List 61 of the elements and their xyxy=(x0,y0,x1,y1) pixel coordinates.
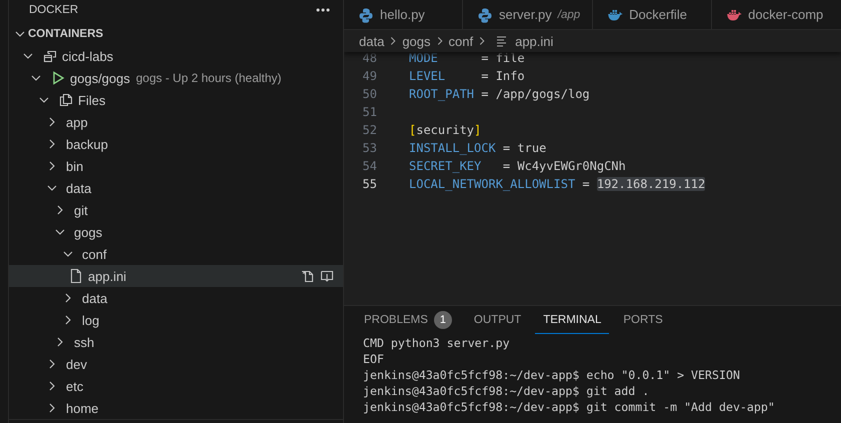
code-line: LOCAL_NETWORK_ALLOWLIST = 192.168.219.112 xyxy=(409,177,706,191)
line-number: 52 xyxy=(362,123,377,137)
terminal-line: CMD python3 server.py xyxy=(363,335,511,351)
file-icon xyxy=(68,268,84,284)
tab-path: /app xyxy=(558,8,580,20)
line-number: 54 xyxy=(362,159,377,173)
editor-tab[interactable]: hello.py xyxy=(344,0,463,30)
line-number: 55 xyxy=(362,177,377,191)
section-header[interactable]: CONTAINERS xyxy=(9,23,343,45)
editor-tab[interactable]: docker-comp xyxy=(712,0,841,30)
line-number: 49 xyxy=(362,69,377,83)
tree-item[interactable]: dev xyxy=(9,353,343,375)
line-number: 53 xyxy=(362,141,377,155)
panel-tab[interactable]: TERMINAL xyxy=(535,311,610,334)
tree-item[interactable]: app xyxy=(9,111,343,133)
breadcrumb-item[interactable]: app.ini xyxy=(515,34,554,48)
tree-item[interactable]: ssh xyxy=(9,331,343,353)
terminal-line: jenkins@43a0fc5fcf98:~/dev-app$ echo "0.0.1" > VERSION xyxy=(363,367,741,383)
terminal-line: jenkins@43a0fc5fcf98:~/dev-app$ git add . xyxy=(363,383,650,399)
breadcrumb-item[interactable]: gogs xyxy=(402,34,431,48)
tree-item[interactable]: log xyxy=(9,309,343,331)
terminal-line: EOF xyxy=(363,351,385,367)
breadcrumb-item[interactable]: conf xyxy=(448,34,474,48)
line-number: 48 xyxy=(362,52,377,65)
python-icon xyxy=(477,6,493,22)
count-badge: 1 xyxy=(434,311,452,329)
tree-item[interactable]: backup xyxy=(9,133,343,155)
tree-item[interactable]: app.ini xyxy=(9,265,343,287)
tree-item[interactable]: etc xyxy=(9,375,343,397)
copy-files-icon xyxy=(58,92,74,108)
container-status: gogs - Up 2 hours (healthy) xyxy=(136,71,282,85)
tree-item[interactable]: git xyxy=(9,199,343,221)
code-line: [security] xyxy=(409,123,482,137)
code-line: MODE = file xyxy=(409,52,525,65)
python-icon xyxy=(358,6,374,22)
open-file-icon[interactable] xyxy=(299,268,315,284)
code-line: LEVEL = Info xyxy=(409,69,525,83)
tree-item[interactable]: bin xyxy=(9,155,343,177)
breadcrumb-item[interactable]: data xyxy=(359,34,384,48)
editor-tab[interactable]: server.py /app xyxy=(463,0,594,30)
code-line: ROOT_PATH = /app/gogs/log xyxy=(409,87,590,101)
panel-tab[interactable]: PROBLEMS 1 xyxy=(356,311,460,334)
panel-tab[interactable]: OUTPUT xyxy=(466,311,530,334)
line-number: 51 xyxy=(362,105,377,119)
tree-item[interactable]: cicd-labs xyxy=(9,45,343,67)
editor-tab[interactable]: Dockerfile xyxy=(593,0,712,30)
view-title: DOCKER xyxy=(29,4,78,16)
tree-item[interactable]: gogs/gogs gogs - Up 2 hours (healthy) xyxy=(9,67,343,89)
tree-item[interactable]: home xyxy=(9,397,343,419)
code-line: SECRET_KEY = Wc4yvEWGr0NgCNh xyxy=(409,159,626,173)
tree-item[interactable]: conf xyxy=(9,243,343,265)
terminal-line: jenkins@43a0fc5fcf98:~/dev-app$ git commit -m "Add dev-app" xyxy=(363,399,776,415)
tree-item[interactable]: data xyxy=(9,177,343,199)
tree-item[interactable]: gogs xyxy=(9,221,343,243)
stacked-windows-icon xyxy=(42,48,58,64)
download-icon[interactable] xyxy=(319,268,335,284)
tree-item[interactable]: Files xyxy=(9,89,343,111)
code-line: INSTALL_LOCK = true xyxy=(409,141,546,155)
line-number: 50 xyxy=(362,87,377,101)
panel-tab[interactable]: PORTS xyxy=(615,311,671,334)
tree-item[interactable]: data xyxy=(9,287,343,309)
